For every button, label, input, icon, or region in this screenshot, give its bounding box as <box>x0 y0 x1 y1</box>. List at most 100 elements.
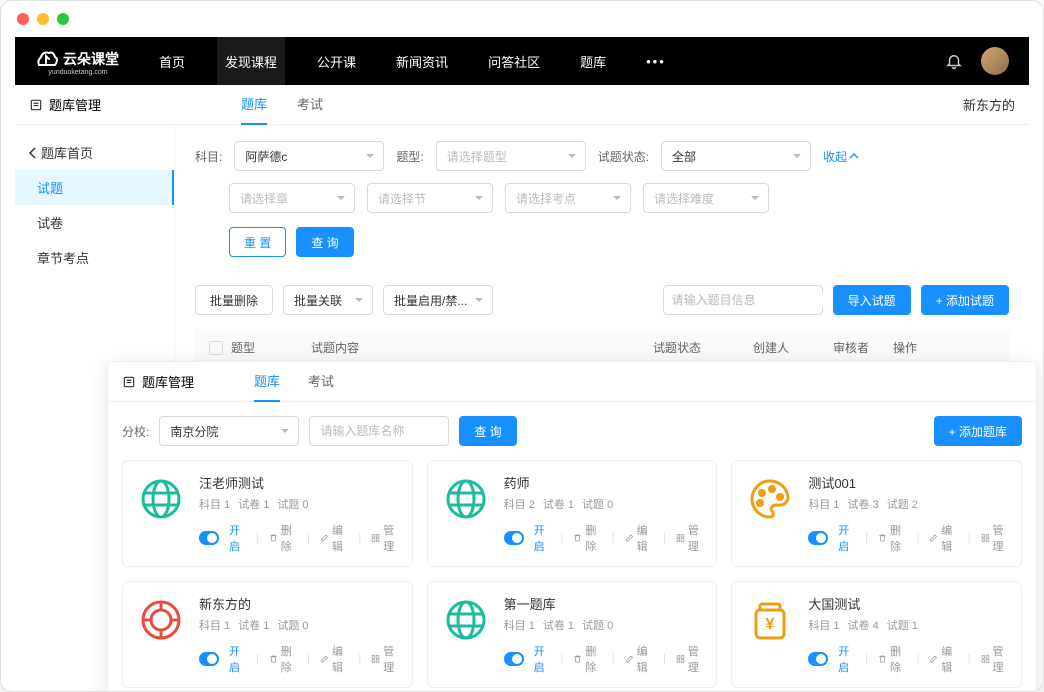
nav-item[interactable]: 新闻资讯 <box>388 37 456 85</box>
bulk-enable-select[interactable]: 批量启用/禁... <box>383 285 493 315</box>
chapter-select[interactable]: 请选择章 <box>229 183 355 213</box>
edit-action[interactable]: 编辑 <box>625 643 653 675</box>
nav-item[interactable]: 问答社区 <box>480 37 548 85</box>
delete-action[interactable]: 删除 <box>878 522 906 554</box>
delete-action[interactable]: 删除 <box>269 522 297 554</box>
manage-action[interactable]: 管理 <box>676 643 704 675</box>
sidebar-item[interactable]: 试卷 <box>15 205 174 240</box>
database-icon <box>122 375 136 389</box>
minimize-window-button[interactable] <box>37 13 49 25</box>
grid-icon <box>981 532 990 544</box>
enable-toggle[interactable] <box>808 652 828 666</box>
edit-icon <box>625 532 634 544</box>
sidebar-item[interactable]: 章节考点 <box>15 240 174 275</box>
grid-icon <box>371 653 380 665</box>
back-link[interactable]: 题库首页 <box>15 135 174 170</box>
edit-action[interactable]: 编辑 <box>929 522 957 554</box>
enable-toggle[interactable] <box>504 531 524 545</box>
bank-card: 药师科目 2试卷 1试题 0开启|删除|编辑|管理 <box>427 460 718 567</box>
nav-more[interactable]: ••• <box>638 37 674 85</box>
card-meta: 科目 1试卷 1试题 0 <box>199 617 400 633</box>
bulk-delete-button[interactable]: 批量删除 <box>195 285 273 315</box>
reset-button[interactable]: 重 置 <box>229 227 286 257</box>
grid-icon <box>981 653 990 665</box>
avatar[interactable] <box>981 47 1009 75</box>
enable-toggle[interactable] <box>504 652 524 666</box>
add-question-button[interactable]: + 添加试题 <box>921 285 1009 315</box>
bell-icon[interactable] <box>945 52 963 70</box>
type-select[interactable]: 请选择题型 <box>436 141 586 171</box>
svg-text:云朵课堂: 云朵课堂 <box>63 51 119 67</box>
nav-item[interactable]: 发现课程 <box>217 37 285 85</box>
subject-select[interactable]: 阿萨德c <box>234 141 384 171</box>
manage-action[interactable]: 管理 <box>371 522 399 554</box>
trash-icon <box>878 532 887 544</box>
bulk-relate-select[interactable]: 批量关联 <box>283 285 373 315</box>
edit-action[interactable]: 编辑 <box>320 522 348 554</box>
card-title: 测试001 <box>808 473 1009 492</box>
delete-action[interactable]: 删除 <box>878 643 906 675</box>
grid-icon <box>676 532 685 544</box>
edit-action[interactable]: 编辑 <box>929 643 957 675</box>
edit-action[interactable]: 编辑 <box>625 522 653 554</box>
branch-label: 分校: <box>122 423 149 440</box>
edit-icon <box>625 653 634 665</box>
nav-item[interactable]: 公开课 <box>309 37 364 85</box>
tab[interactable]: 题库 <box>241 85 267 125</box>
search-input[interactable] <box>672 293 827 307</box>
chevron-up-icon <box>849 152 859 160</box>
bank-name-input[interactable] <box>309 416 449 446</box>
logo-subtitle: yunduoketang.com <box>48 69 107 76</box>
bank-card: 汪老师测试科目 1试卷 1试题 0开启|删除|编辑|管理 <box>122 460 413 567</box>
manage-action[interactable]: 管理 <box>981 643 1009 675</box>
edit-action[interactable]: 编辑 <box>320 643 348 675</box>
delete-action[interactable]: 删除 <box>269 643 297 675</box>
search-button[interactable]: 查 询 <box>296 227 353 257</box>
nav-item[interactable]: 题库 <box>572 37 614 85</box>
trash-icon <box>573 653 582 665</box>
delete-action[interactable]: 删除 <box>573 522 601 554</box>
enable-toggle[interactable] <box>199 652 219 666</box>
tab[interactable]: 题库 <box>254 362 280 402</box>
manage-action[interactable]: 管理 <box>676 522 704 554</box>
card-meta: 科目 1试卷 4试题 1 <box>808 617 1009 633</box>
edit-icon <box>929 532 938 544</box>
card-title: 第一题库 <box>504 594 705 613</box>
card-meta: 科目 1试卷 1试题 0 <box>199 496 400 512</box>
difficulty-select[interactable]: 请选择难度 <box>643 183 769 213</box>
select-all-checkbox[interactable] <box>209 341 223 355</box>
logo[interactable]: 云朵课堂 yunduoketang.com <box>35 47 121 76</box>
card-meta: 科目 2试卷 1试题 0 <box>504 496 705 512</box>
svg-text:¥: ¥ <box>766 616 775 633</box>
tab[interactable]: 考试 <box>297 85 323 125</box>
bank-card: 第一题库科目 1试卷 1试题 0开启|删除|编辑|管理 <box>427 581 718 688</box>
maximize-window-button[interactable] <box>57 13 69 25</box>
delete-action[interactable]: 删除 <box>573 643 601 675</box>
trash-icon <box>878 653 887 665</box>
enable-label: 开启 <box>838 522 855 554</box>
manage-action[interactable]: 管理 <box>981 522 1009 554</box>
bank-search-button[interactable]: 查 询 <box>459 416 516 446</box>
add-bank-button[interactable]: + 添加题库 <box>934 416 1022 446</box>
card-meta: 科目 1试卷 3试题 2 <box>808 496 1009 512</box>
branch-select[interactable]: 南京分院 <box>159 416 299 446</box>
enable-toggle[interactable] <box>808 531 828 545</box>
nav-item[interactable]: 首页 <box>151 37 193 85</box>
grid-icon <box>676 653 685 665</box>
sidebar-item[interactable]: 试题 <box>15 170 174 205</box>
enable-label: 开启 <box>838 643 855 675</box>
titlebar <box>1 1 1043 37</box>
enable-label: 开启 <box>534 522 551 554</box>
status-select[interactable]: 全部 <box>661 141 811 171</box>
section-select[interactable]: 请选择节 <box>367 183 493 213</box>
import-button[interactable]: 导入试题 <box>833 285 911 315</box>
tab[interactable]: 考试 <box>308 362 334 402</box>
point-select[interactable]: 请选择考点 <box>505 183 631 213</box>
enable-toggle[interactable] <box>199 531 219 545</box>
close-window-button[interactable] <box>17 13 29 25</box>
enable-label: 开启 <box>229 522 246 554</box>
collapse-toggle[interactable]: 收起 <box>823 148 859 165</box>
manage-action[interactable]: 管理 <box>371 643 399 675</box>
trash-icon <box>269 532 278 544</box>
card-title: 新东方的 <box>199 594 400 613</box>
